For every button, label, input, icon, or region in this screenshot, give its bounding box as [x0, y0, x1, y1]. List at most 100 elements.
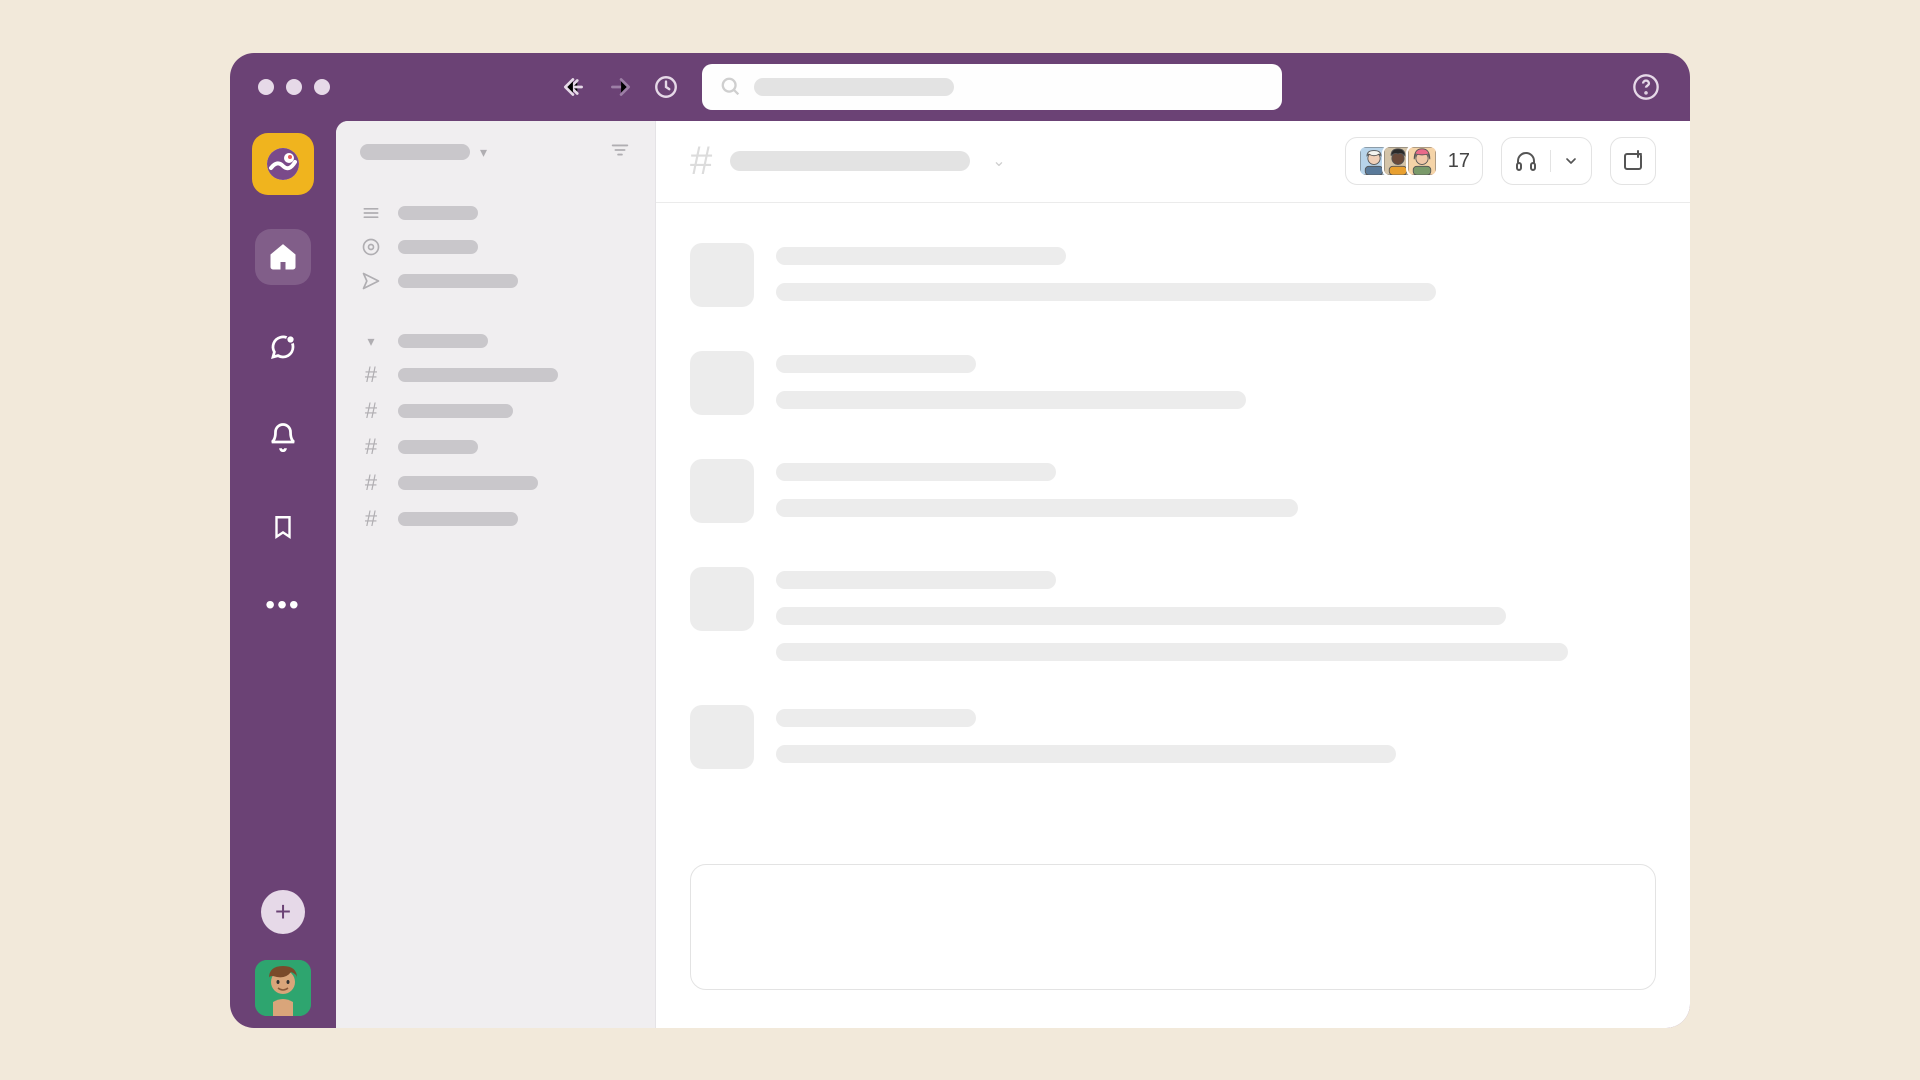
- message-item[interactable]: [690, 243, 1656, 307]
- message-item[interactable]: [690, 567, 1656, 661]
- history-button[interactable]: [652, 73, 680, 101]
- bell-icon: [268, 422, 298, 452]
- rail-more-button[interactable]: •••: [265, 589, 300, 621]
- plus-icon: +: [275, 896, 291, 928]
- left-rail: ••• +: [230, 121, 336, 1028]
- message-avatar: [690, 567, 754, 631]
- caret-down-icon: ▾: [367, 333, 374, 350]
- chevron-down-icon: ▾: [480, 144, 487, 161]
- channel-name[interactable]: [730, 151, 970, 171]
- message-composer[interactable]: [690, 864, 1656, 990]
- rail-later-button[interactable]: [255, 499, 311, 555]
- app-window: ••• +: [230, 53, 1690, 1028]
- search-icon: [720, 76, 742, 98]
- message-item[interactable]: [690, 459, 1656, 523]
- maximize-window-button[interactable]: [314, 79, 330, 95]
- sidebar-channel-item[interactable]: #: [354, 465, 637, 501]
- canvas-icon: [1621, 149, 1645, 173]
- filter-icon: [609, 139, 631, 161]
- help-button[interactable]: [1630, 71, 1662, 103]
- message-item[interactable]: [690, 705, 1656, 769]
- canvas-button[interactable]: [1610, 137, 1656, 185]
- message-line: [776, 643, 1568, 661]
- channel-view: # ⌄ 17: [656, 121, 1690, 1028]
- workspace-name: [360, 144, 470, 160]
- filter-button[interactable]: [609, 139, 631, 166]
- hash-icon: #: [365, 472, 377, 494]
- sidebar-nav-threads[interactable]: [354, 196, 637, 230]
- list-icon: [361, 203, 381, 223]
- channel-label: [398, 512, 518, 526]
- message-list: [656, 203, 1690, 864]
- hash-icon: #: [365, 436, 377, 458]
- hash-icon: #: [365, 364, 377, 386]
- sidebar-channel-item[interactable]: #: [354, 429, 637, 465]
- channel-label: [398, 440, 478, 454]
- message-avatar: [690, 459, 754, 523]
- chevron-down-icon: [1563, 153, 1579, 169]
- message-line: [776, 709, 976, 727]
- search-input[interactable]: [702, 64, 1282, 110]
- sidebar-nav-drafts[interactable]: [354, 264, 637, 298]
- back-button[interactable]: [560, 73, 588, 101]
- chevron-down-icon[interactable]: ⌄: [992, 151, 1005, 171]
- message-line: [776, 247, 1066, 265]
- channel-label: [398, 368, 558, 382]
- message-line: [776, 355, 976, 373]
- sidebar-section-channels[interactable]: ▾: [354, 326, 637, 357]
- huddle-button[interactable]: [1501, 137, 1592, 185]
- channel-sidebar: ▾: [336, 121, 656, 1028]
- nav-label: [398, 274, 518, 288]
- message-avatar: [690, 351, 754, 415]
- window-controls: [258, 79, 330, 95]
- sidebar-channel-item[interactable]: #: [354, 393, 637, 429]
- workspace-menu[interactable]: ▾: [360, 144, 487, 161]
- channel-label: [398, 476, 538, 490]
- member-list-button[interactable]: 17: [1345, 137, 1483, 185]
- message-avatar: [690, 705, 754, 769]
- rail-activity-button[interactable]: [255, 409, 311, 465]
- section-label: [398, 334, 488, 348]
- chat-icon: [268, 332, 298, 362]
- avatar-icon: [255, 960, 311, 1016]
- message-avatar: [690, 243, 754, 307]
- sidebar-channel-item[interactable]: #: [354, 501, 637, 537]
- message-line: [776, 463, 1056, 481]
- help-icon: [1632, 73, 1660, 101]
- send-icon: [361, 271, 381, 291]
- mention-icon: [361, 237, 381, 257]
- search-placeholder: [754, 78, 954, 96]
- close-window-button[interactable]: [258, 79, 274, 95]
- rail-dms-button[interactable]: [255, 319, 311, 375]
- nav-label: [398, 240, 478, 254]
- channel-label: [398, 404, 513, 418]
- home-icon: [268, 242, 298, 272]
- message-line: [776, 571, 1056, 589]
- forward-button[interactable]: [606, 73, 634, 101]
- history-nav: [560, 73, 680, 101]
- rail-home-button[interactable]: [255, 229, 311, 285]
- message-line: [776, 499, 1298, 517]
- minimize-window-button[interactable]: [286, 79, 302, 95]
- titlebar: [230, 53, 1690, 121]
- hash-icon: #: [365, 508, 377, 530]
- sidebar-nav-mentions[interactable]: [354, 230, 637, 264]
- message-line: [776, 283, 1436, 301]
- bookmark-icon: [270, 512, 296, 542]
- message-line: [776, 607, 1506, 625]
- nav-label: [398, 206, 478, 220]
- sidebar-channel-item[interactable]: #: [354, 357, 637, 393]
- workspace-switcher[interactable]: [252, 133, 314, 195]
- message-item[interactable]: [690, 351, 1656, 415]
- hash-icon: #: [365, 400, 377, 422]
- member-count: 17: [1448, 150, 1470, 173]
- message-line: [776, 391, 1246, 409]
- headphones-icon: [1514, 149, 1538, 173]
- content-area: ▾: [336, 121, 1690, 1028]
- current-user-avatar[interactable]: [255, 960, 311, 1016]
- add-workspace-button[interactable]: +: [261, 890, 305, 934]
- message-line: [776, 745, 1396, 763]
- hash-icon: #: [690, 139, 712, 184]
- channel-header: # ⌄ 17: [656, 121, 1690, 203]
- workspace-logo-icon: [263, 144, 303, 184]
